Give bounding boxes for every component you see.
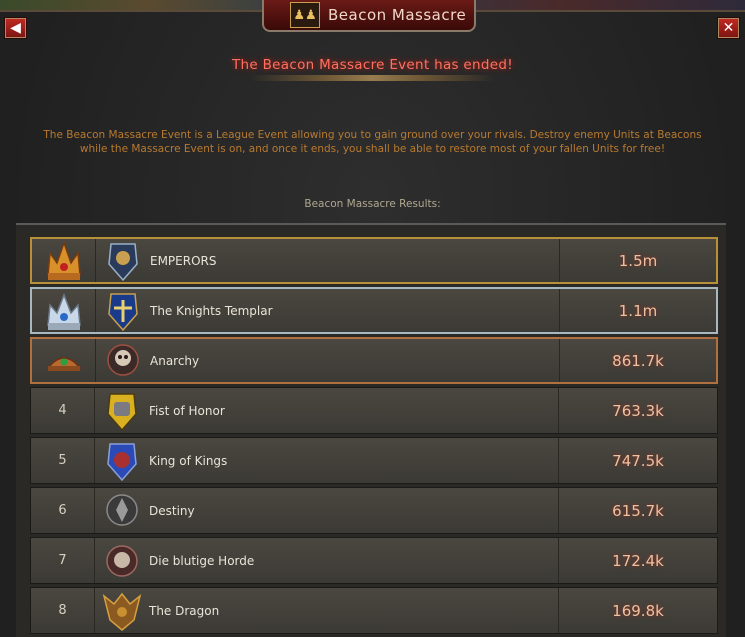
guild-crest-icon (95, 438, 149, 483)
guild-crest-icon (96, 239, 150, 282)
table-row[interactable]: Anarchy 861.7k (30, 337, 718, 384)
guild-score: 169.8k (612, 601, 664, 620)
table-row[interactable]: 7 Die blutige Horde 172.4k (30, 537, 718, 584)
results-label: Beacon Massacre Results: (304, 198, 441, 210)
table-row[interactable]: The Knights Templar 1.1m (30, 287, 718, 334)
guild-name: Fist of Honor (149, 388, 559, 433)
title-plate: ♟♟ Beacon Massacre (262, 0, 476, 32)
silver-crown-icon (32, 289, 96, 332)
guild-name: King of Kings (149, 438, 559, 483)
guild-crest-icon (95, 538, 149, 583)
guild-name: EMPERORS (150, 239, 560, 282)
guild-score: 1.1m (618, 301, 658, 320)
guild-name: Die blutige Horde (149, 538, 559, 583)
guild-score: 747.5k (612, 451, 664, 470)
guild-score: 861.7k (612, 351, 664, 370)
event-description: The Beacon Massacre Event is a League Ev… (43, 129, 702, 155)
table-row[interactable]: 4 Fist of Honor 763.3k (30, 387, 718, 434)
table-row[interactable]: 5 King of Kings 747.5k (30, 437, 718, 484)
rank-number: 8 (31, 588, 95, 633)
event-status: The Beacon Massacre Event has ended! (232, 57, 513, 73)
gold-crown-icon (32, 239, 96, 282)
guild-score: 615.7k (612, 501, 664, 520)
guild-name: Anarchy (150, 339, 560, 382)
guild-name: The Knights Templar (150, 289, 560, 332)
rank-number: 4 (31, 388, 95, 433)
guild-crest-icon (96, 289, 150, 332)
arrow-left-icon: ◀ (10, 20, 21, 36)
guild-name: Destiny (149, 488, 559, 533)
guild-crest-icon (96, 339, 150, 382)
table-row[interactable]: 6 Destiny 615.7k (30, 487, 718, 534)
rank-number: 5 (31, 438, 95, 483)
close-button[interactable]: ✕ (717, 17, 740, 39)
window-title: Beacon Massacre (328, 6, 467, 24)
close-icon: ✕ (722, 20, 735, 36)
guild-crest-icon (95, 588, 149, 633)
guild-crest-icon (95, 388, 149, 433)
results-table: EMPERORS 1.5m The Knights Templar 1.1m A… (16, 223, 726, 637)
table-row[interactable]: EMPERORS 1.5m (30, 237, 718, 284)
league-icon: ♟♟ (290, 2, 320, 28)
rank-number: 7 (31, 538, 95, 583)
rank-number: 6 (31, 488, 95, 533)
guild-score: 1.5m (618, 251, 658, 270)
guild-score: 172.4k (612, 551, 664, 570)
guild-crest-icon (95, 488, 149, 533)
guild-name: The Dragon (149, 588, 559, 633)
ornament-divider (250, 75, 495, 81)
table-row[interactable]: 8 The Dragon 169.8k (30, 587, 718, 634)
guild-score: 763.3k (612, 401, 664, 420)
back-button[interactable]: ◀ (4, 17, 27, 39)
bronze-crown-icon (32, 339, 96, 382)
